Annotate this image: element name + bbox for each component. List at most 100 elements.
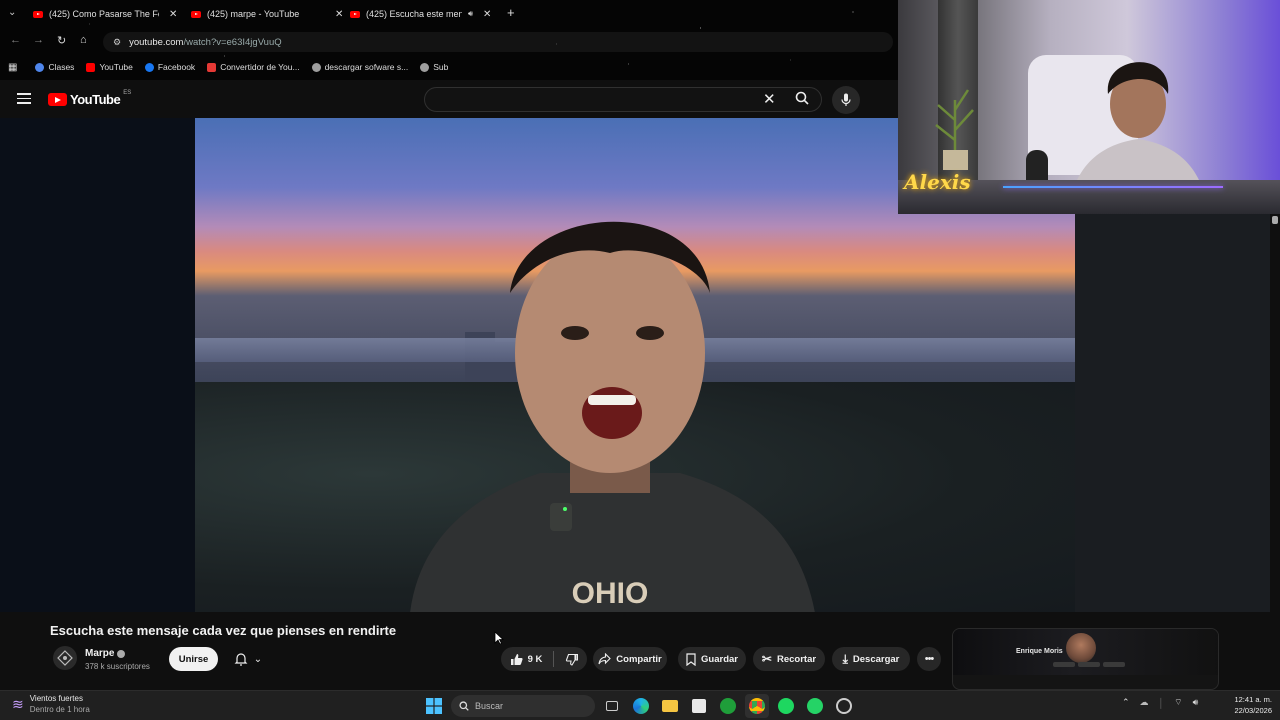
new-tab-icon[interactable]: + [507, 5, 515, 20]
globe-icon [311, 62, 321, 72]
whatsapp-icon[interactable] [803, 694, 827, 718]
bell-icon [234, 653, 248, 666]
bookmark-facebook[interactable]: Facebook [144, 62, 195, 72]
tab-close-icon[interactable]: ✕ [169, 9, 177, 20]
join-button[interactable]: Unirse [169, 647, 218, 671]
bookmark-label: descargar sofware s... [324, 62, 409, 72]
video-title: Escucha este mensaje cada vez que piense… [50, 623, 397, 638]
scissors-icon: ✂ [761, 652, 772, 666]
save-button[interactable]: Guardar [678, 647, 746, 671]
page-scrollbar[interactable] [1270, 214, 1280, 690]
xbox-icon[interactable] [716, 694, 740, 718]
bookmark-sub[interactable]: Sub [420, 62, 448, 72]
taskbar-search-box[interactable]: Buscar [451, 695, 595, 717]
clock[interactable]: 12:41 a. m. 22/03/2026 [1220, 694, 1272, 716]
chevron-up-icon[interactable]: ⌃ [1122, 697, 1130, 708]
back-icon[interactable]: ← [10, 34, 21, 46]
app-icon[interactable] [832, 694, 856, 718]
system-tray: ⌃ ☁ │ ⌔ 🔊︎ [1122, 697, 1198, 708]
edge-icon[interactable] [629, 694, 653, 718]
tab-label: (425) marpe - YouTube [207, 9, 300, 19]
tab-2[interactable]: (425) marpe - YouTube ✕ [191, 5, 343, 23]
verified-icon [117, 649, 126, 658]
search-icon[interactable] [795, 91, 809, 105]
screen: ⌄ (425) Como Pasarse The Forest ✕ (425) … [0, 0, 1280, 720]
like-dislike-group: 9 K [501, 647, 587, 671]
chrome-icon [35, 62, 45, 72]
menu-icon[interactable] [17, 93, 31, 104]
bookmark-clases[interactable]: Clases [35, 62, 74, 72]
clip-button[interactable]: ✂ Recortar [753, 647, 825, 671]
channel-name-text: Marpe [85, 648, 115, 659]
youtube-header: YouTube ES ✕ [0, 80, 898, 118]
channel-logo-icon [57, 650, 73, 666]
speaker-icon[interactable]: 🔊︎ [468, 9, 473, 19]
neon-sign-text: Alexis [904, 170, 971, 194]
wifi-icon[interactable]: ⌔ [1174, 697, 1182, 708]
like-icon[interactable] [510, 653, 523, 666]
task-view-icon[interactable] [600, 694, 624, 718]
smiling-man: OHIO [410, 221, 815, 612]
bookmark-convertidor[interactable]: Convertidor de You... [207, 62, 300, 72]
search-icon [459, 701, 469, 711]
chevron-down-icon: ⌄ [253, 653, 263, 665]
pen-icon[interactable]: │ [1159, 698, 1165, 708]
divider [553, 651, 555, 667]
site-info-icon[interactable]: ⚙ [113, 37, 121, 48]
share-label: Compartir [616, 653, 662, 665]
weather-widget[interactable]: ≋ Vientos fuertes Dentro de 1 hora [12, 693, 90, 715]
start-button[interactable] [422, 694, 446, 718]
download-button[interactable]: ⤓ Descargar [832, 647, 910, 671]
taskbar: ≋ Vientos fuertes Dentro de 1 hora Busca… [0, 690, 1280, 720]
webcam-overlay: Alexis [898, 0, 1280, 214]
download-label: Descargar [852, 653, 900, 665]
address-bar[interactable]: ⚙ youtube.com/watch?v=e63I4jgVuuQ [103, 32, 893, 52]
channel-avatar[interactable] [53, 646, 77, 670]
tab-close-icon[interactable]: ✕ [335, 9, 343, 20]
globe-icon [420, 62, 430, 72]
mouse-cursor-icon [494, 631, 504, 645]
reload-icon[interactable]: ↻ [57, 34, 66, 47]
tab-label: (425) Como Pasarse The Forest [49, 9, 159, 19]
bookmark-label: Sub [433, 62, 449, 72]
scrollbar-thumb[interactable] [1272, 216, 1278, 224]
channel-name[interactable]: Marpe [85, 648, 126, 659]
forward-icon[interactable]: → [33, 34, 44, 46]
chrome-icon[interactable] [745, 694, 769, 718]
tab-1[interactable]: (425) Como Pasarse The Forest ✕ [33, 5, 177, 23]
onedrive-icon[interactable]: ☁ [1140, 697, 1149, 708]
save-label: Guardar [701, 653, 738, 665]
youtube-play-icon [48, 93, 67, 106]
youtube-favicon-icon [191, 10, 201, 18]
youtube-logo[interactable]: YouTube ES [48, 90, 131, 107]
bookmark-descargar[interactable]: descargar sofware s... [311, 62, 409, 72]
store-icon[interactable] [687, 694, 711, 718]
bookmark-label: YouTube [99, 62, 133, 72]
youtube-icon [86, 62, 96, 72]
more-actions-icon[interactable]: ••• [917, 647, 941, 671]
facebook-icon [144, 62, 154, 72]
clear-search-icon[interactable]: ✕ [763, 90, 776, 108]
wind-weather-icon: ≋ [12, 695, 24, 712]
volume-icon[interactable]: 🔊︎ [1193, 697, 1199, 708]
dislike-icon[interactable] [565, 653, 579, 666]
bookmark-icon [686, 652, 696, 666]
tab-bar: ⌄ (425) Como Pasarse The Forest ✕ (425) … [0, 0, 898, 28]
like-count[interactable]: 9 K [528, 654, 543, 665]
download-icon: ⤓ [842, 651, 848, 666]
tab-search-chevron-icon[interactable]: ⌄ [8, 7, 16, 18]
sponsored-card[interactable]: Enrique Moris [952, 628, 1219, 690]
taskbar-apps: Buscar [422, 694, 856, 718]
apps-grid-icon[interactable]: ▦ [8, 62, 17, 73]
home-icon[interactable]: ⌂ [80, 34, 87, 46]
tab-close-icon[interactable]: ✕ [483, 9, 491, 20]
bookmark-youtube[interactable]: YouTube [86, 62, 133, 72]
clock-date: 22/03/2026 [1234, 706, 1272, 715]
spotify-icon[interactable] [774, 694, 798, 718]
subscribed-notifications-button[interactable]: ⌄ [224, 647, 272, 671]
led-strip [1003, 186, 1223, 188]
voice-search-button[interactable] [832, 86, 860, 114]
file-explorer-icon[interactable] [658, 694, 682, 718]
share-button[interactable]: Compartir [593, 647, 667, 671]
tab-3-active[interactable]: (425) Escucha este mensaje 🔊︎ ✕ [350, 5, 491, 23]
